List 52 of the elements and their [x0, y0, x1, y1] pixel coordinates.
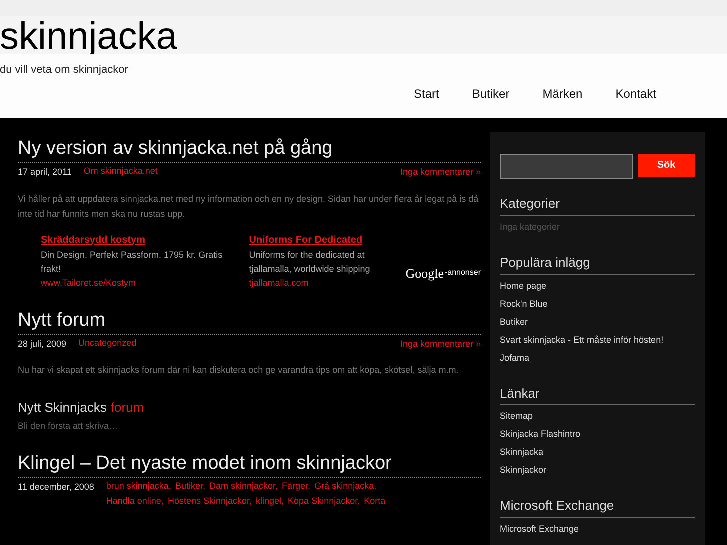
sidebar-link[interactable]: Skinnjackor: [500, 464, 695, 477]
search-button[interactable]: Sök: [638, 154, 695, 177]
sidebar-link[interactable]: Jofama: [500, 352, 695, 364]
sidebar-link[interactable]: Butiker: [500, 316, 695, 328]
sidebar-link[interactable]: Sitemap: [500, 410, 695, 423]
ad-url[interactable]: www.Tailoret.se/Kostym: [41, 276, 240, 290]
post-text: Vi håller på att uppdatera sinnjacka.net med ny information och en ny design. Sidan har under flera år legat på is då inte tid har funnits men ska nu rustas upp.: [18, 192, 480, 221]
category-link[interactable]: Grå skinnjacka,: [314, 479, 377, 494]
sidebar-link[interactable]: Home page: [500, 280, 695, 292]
category-link[interactable]: Om skinnjacka.net: [84, 164, 158, 180]
ad-title[interactable]: Uniforms For Dedicated: [249, 234, 396, 248]
category-link[interactable]: Butiker,: [175, 479, 206, 494]
subheading: Nytt Skinnjacks: [18, 399, 107, 417]
category-link[interactable]: Handla online,: [106, 494, 164, 509]
post-date: 17 april, 2011: [18, 166, 72, 179]
widget-title: Microsoft Exchange: [500, 496, 695, 518]
post-title[interactable]: Klingel – Det nyaste modet inom skinnjackor: [18, 452, 481, 478]
post-title[interactable]: Nytt forum: [18, 308, 481, 334]
category-link[interactable]: brun skinnjacka,: [106, 479, 172, 494]
ad-url[interactable]: tjallamalla.com: [249, 276, 396, 290]
post-date: 28 juli, 2009: [18, 338, 67, 351]
category-link[interactable]: Uncategorized: [78, 336, 137, 351]
search-field[interactable]: [500, 154, 633, 179]
widget-title: Populära inlägg: [500, 253, 695, 274]
site-title[interactable]: skinnjacka: [0, 18, 178, 56]
ad-text: Din Design. Perfekt Passform. 1795 kr. Gratis frakt!: [41, 248, 224, 276]
ad-label: -annonser: [444, 267, 481, 280]
sidebar-link[interactable]: Microsoft Exchange: [500, 522, 695, 536]
sidebar-link[interactable]: Rock'n Blue: [500, 298, 695, 310]
category-link[interactable]: Dam skinnjackor,: [209, 479, 278, 494]
post-text: Nu har vi skapat ett skinnjacks forum där ni kan diskutera och ge varandra tips om att köpa, skötsel, sälja m.m.: [18, 364, 460, 377]
comment-prompt: Bli den första att skriva…: [18, 420, 120, 432]
category-link[interactable]: Höstens Skinnjackor,: [168, 494, 252, 509]
widget-title: Kategorier: [500, 194, 695, 216]
category-link[interactable]: klingel,: [256, 494, 284, 509]
ad-brand: Google: [406, 264, 444, 283]
post-title[interactable]: Ny version av skinnjacka.net på gång: [18, 137, 481, 163]
category-link[interactable]: Köpa Skinnjackor,: [288, 494, 360, 509]
comments-link[interactable]: Inga kommentarer »: [400, 166, 481, 180]
category-link[interactable]: Korta: [364, 494, 386, 509]
category-link[interactable]: Färger,: [282, 479, 311, 494]
sidebar-link[interactable]: Skinjacka Flashintro: [500, 428, 695, 441]
ad-text: Uniforms for the dedicated at tjallamalla, worldwide shipping: [249, 248, 372, 276]
post-date: 11 december, 2008: [18, 481, 94, 494]
forum-link[interactable]: forum: [110, 398, 144, 418]
ad-title[interactable]: Skräddarsydd kostym: [41, 234, 240, 248]
sidebar-link[interactable]: Skinnjacka: [500, 446, 695, 459]
site-tagline: du vill veta om skinnjackor: [0, 63, 130, 78]
empty-notice: Inga kategorier: [500, 220, 562, 234]
comments-link[interactable]: Inga kommentarer »: [400, 338, 481, 351]
widget-title: Länkar: [500, 384, 695, 405]
sidebar-link[interactable]: Svart skinnjacka - Ett måste inför hösten!: [500, 334, 695, 346]
